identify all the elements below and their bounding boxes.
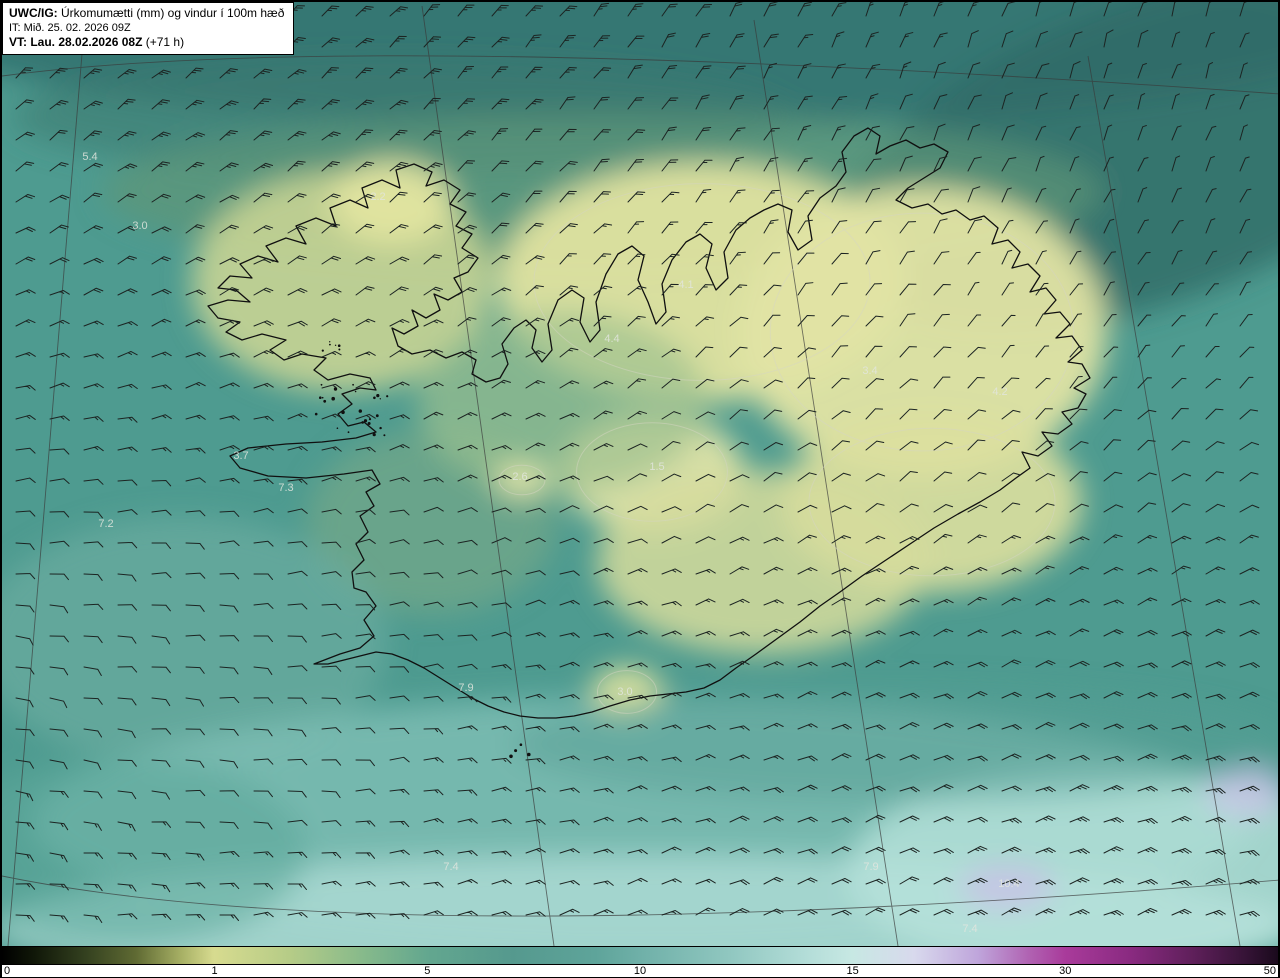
islet — [334, 344, 337, 346]
precip-blob — [597, 470, 927, 654]
islet — [375, 414, 379, 418]
islet — [358, 409, 362, 413]
islet — [338, 348, 341, 351]
contour-label: 3.0 — [617, 686, 632, 698]
precipitation-colorbar: 0 1 5 10 15 30 50 — [2, 946, 1278, 977]
colorbar-tick-5: 5 — [424, 965, 431, 977]
contour-label: 4.2 — [992, 386, 1007, 398]
contour-label: 7.4 — [962, 923, 977, 935]
islet — [361, 421, 365, 424]
valid-offset: (+71 h) — [142, 35, 185, 49]
contour-label: 4.1 — [678, 279, 693, 291]
init-time: IT: Mið. 25. 02. 2026 09Z — [9, 22, 131, 34]
contour-label: 3.4 — [862, 365, 877, 377]
contour-label: 2.2 — [370, 191, 385, 203]
islet — [337, 344, 341, 348]
islet — [333, 387, 338, 391]
contour-label: 7.3 — [278, 482, 293, 494]
contour-label: 3.0 — [132, 220, 147, 232]
contour-label: 7.4 — [443, 861, 458, 873]
contour-label: 4.4 — [604, 333, 619, 345]
islet — [527, 752, 531, 757]
colorbar-gradient — [2, 947, 1278, 965]
islet — [379, 426, 382, 430]
islet — [329, 343, 331, 346]
islet — [373, 396, 376, 400]
contour-label: 1.5 — [649, 461, 664, 473]
islet — [331, 396, 336, 401]
model-label: UWC/IG: — [9, 6, 58, 20]
islet — [372, 433, 376, 437]
islet — [354, 390, 357, 393]
valid-time-line: VT: Lau. 28.02.2026 08Z (+71 h) — [9, 35, 284, 50]
islet — [376, 394, 380, 397]
title-line: UWC/IG: Úrkomumætti (mm) og vindur í 100… — [9, 6, 284, 21]
islet — [341, 410, 345, 415]
contour-label: 7.9 — [863, 861, 878, 873]
islet — [321, 349, 324, 352]
colorbar-tick-30: 30 — [1059, 965, 1072, 977]
colorbar-tick-15: 15 — [846, 965, 859, 977]
colorbar-tick-0: 0 — [4, 965, 11, 977]
islet — [367, 422, 371, 425]
contour-label: 7.2 — [98, 518, 113, 530]
contour-label: 10.4 — [998, 878, 1019, 890]
islet — [352, 383, 354, 386]
islet — [386, 395, 389, 398]
islet — [509, 754, 513, 759]
weather-map-frame: 5.4 3.0 2.2 4.1 4.4 3.4 4.2 3.7 2.6 1.5 7.3 7.2 7.9 3… — [0, 0, 1280, 978]
islet — [514, 749, 518, 753]
title-box: UWC/IG: Úrkomumætti (mm) og vindur í 100… — [2, 2, 295, 55]
contour-label: 5.4 — [82, 151, 97, 163]
contour-label: 7.9 — [458, 682, 473, 694]
islet — [363, 419, 368, 423]
valid-time: VT: Lau. 28.02.2026 08Z — [9, 35, 143, 49]
islet — [379, 398, 381, 400]
precip-blob — [512, 686, 1278, 802]
islet — [319, 396, 322, 400]
colorbar-tick-50: 50 — [1263, 965, 1276, 977]
map-title: Úrkomumætti (mm) og vindur í 100m hæð — [57, 6, 285, 20]
islet — [314, 412, 318, 416]
islet — [323, 399, 327, 403]
map-area: 5.4 3.0 2.2 4.1 4.4 3.4 4.2 3.7 2.6 1.5 7.3 7.2 7.9 3… — [2, 2, 1278, 946]
islet — [321, 396, 324, 399]
islet — [383, 434, 386, 437]
colorbar-tick-10: 10 — [633, 965, 647, 977]
weather-map: 5.4 3.0 2.2 4.1 4.4 3.4 4.2 3.7 2.6 1.5 7.3 7.2 7.9 3… — [2, 2, 1278, 946]
islet — [329, 341, 331, 343]
islet — [320, 383, 323, 386]
contour-label: 3.7 — [233, 450, 248, 462]
contour-label: 2.6 — [512, 471, 527, 483]
islet — [336, 427, 339, 430]
islet — [519, 743, 523, 746]
islet — [368, 418, 372, 421]
colorbar-tick-1: 1 — [211, 965, 218, 977]
islet — [347, 431, 350, 434]
colorbar-tick-labels: 0 1 5 10 15 30 50 — [2, 965, 1278, 977]
